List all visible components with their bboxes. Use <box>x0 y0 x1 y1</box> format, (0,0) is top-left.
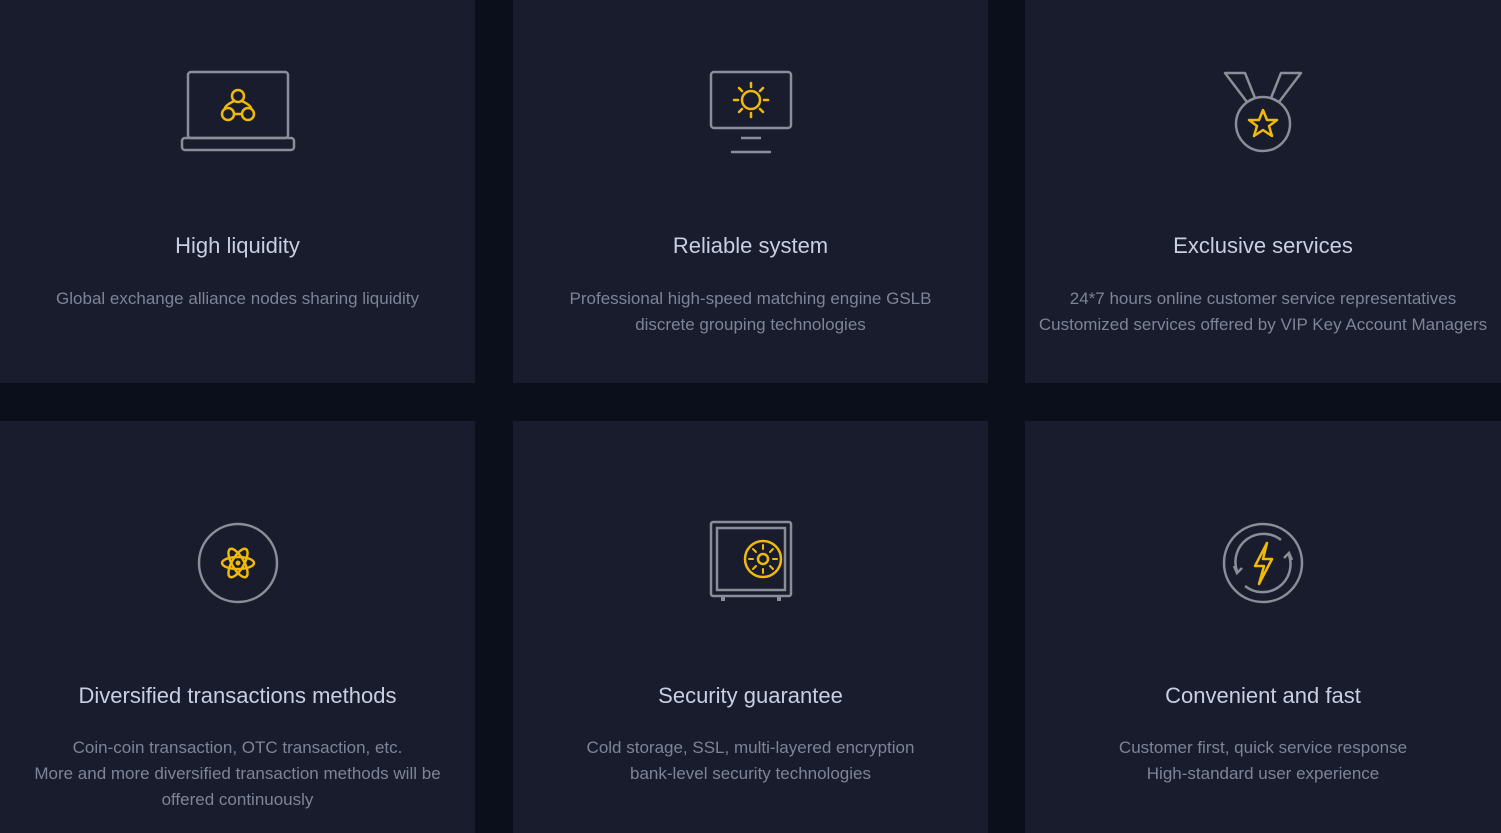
feature-title: Security guarantee <box>658 683 843 708</box>
atom-icon <box>178 518 298 608</box>
feature-description-line: Global exchange alliance nodes sharing l… <box>56 289 419 308</box>
feature-title: Exclusive services <box>1173 233 1353 258</box>
feature-card-reliable-system: Reliable system Professional high-speed … <box>513 0 988 383</box>
feature-description: 24*7 hours online customer service repre… <box>1025 286 1501 338</box>
feature-card-security-guarantee: Security guarantee Cold storage, SSL, mu… <box>513 421 988 833</box>
feature-description-line: Customized services offered by VIP Key A… <box>1038 315 1488 334</box>
medal-star-icon <box>1203 68 1323 158</box>
feature-description-line: High-standard user experience <box>1146 764 1380 783</box>
feature-description-line: bank-level security technologies <box>630 764 871 783</box>
feature-card-diversified-transactions: Diversified transactions methods Coin-co… <box>0 421 475 833</box>
feature-title: Convenient and fast <box>1165 683 1361 708</box>
laptop-network-icon <box>178 68 298 158</box>
feature-description: Coin-coin transaction, OTC transaction, … <box>0 735 475 813</box>
feature-title: Reliable system <box>672 233 829 258</box>
feature-card-exclusive-services: Exclusive services 24*7 hours online cus… <box>1025 0 1501 383</box>
feature-description: Customer first, quick service response H… <box>1025 735 1501 787</box>
feature-title: High liquidity <box>175 233 300 258</box>
feature-description: Professional high-speed matching engine … <box>513 286 988 338</box>
monitor-sun-icon <box>691 68 811 158</box>
safe-icon <box>691 518 811 608</box>
feature-description: Cold storage, SSL, multi-layered encrypt… <box>513 735 988 787</box>
feature-description-line: 24*7 hours online customer service repre… <box>1069 289 1457 308</box>
feature-description-line: Customer first, quick service response <box>1118 738 1408 757</box>
feature-card-high-liquidity: High liquidity Global exchange alliance … <box>0 0 475 383</box>
feature-description-line: Coin-coin transaction, OTC transaction, … <box>72 738 403 757</box>
feature-description-line: Professional high-speed matching engine … <box>569 289 932 308</box>
feature-description-line: Cold storage, SSL, multi-layered encrypt… <box>586 738 915 757</box>
feature-card-convenient-fast: Convenient and fast Customer first, quic… <box>1025 421 1501 833</box>
feature-title: Diversified transactions methods <box>78 683 397 708</box>
feature-description-line: More and more diversified transaction me… <box>34 764 441 783</box>
lightning-refresh-icon <box>1203 518 1323 608</box>
feature-description-line: discrete grouping technologies <box>635 315 866 334</box>
feature-description: Global exchange alliance nodes sharing l… <box>0 286 475 312</box>
features-grid: High liquidity Global exchange alliance … <box>0 0 1501 833</box>
feature-description-line: offered continuously <box>161 790 314 809</box>
